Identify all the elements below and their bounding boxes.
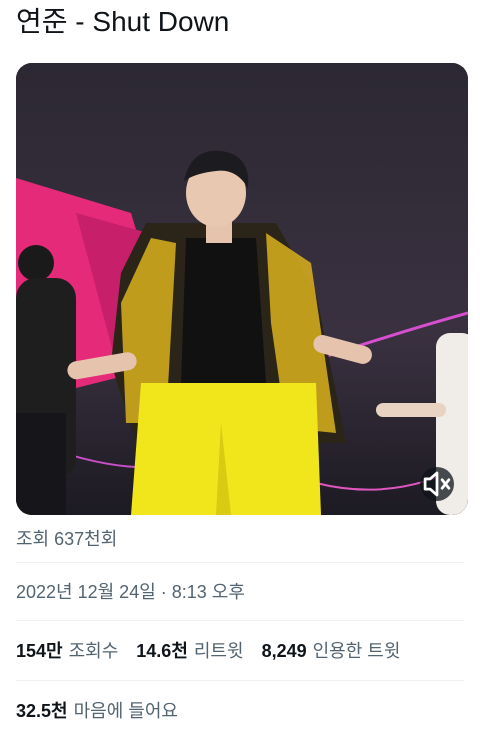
tweet-timestamp[interactable]: 2022년 12월 24일 · 8:13 오후 (16, 580, 464, 604)
stat-label: 리트윗 (193, 641, 244, 661)
stat-retweets[interactable]: 14.6천 리트윗 (136, 639, 243, 663)
divider (16, 562, 464, 563)
stat-quote-tweets[interactable]: 8,249 인용한 트윗 (262, 639, 401, 663)
stat-value: 8,249 (261, 641, 307, 661)
speaker-muted-icon (423, 471, 451, 497)
engagement-stats: 154만 조회수 14.6천 리트윗 8,249 인용한 트윗 (16, 639, 464, 663)
divider (16, 680, 464, 681)
stat-views[interactable]: 154만 조회수 (16, 639, 118, 663)
stat-likes[interactable]: 32.5천 마음에 들어요 (16, 699, 464, 723)
view-count: 조회 637천회 (16, 529, 118, 549)
tweet-title: 연준 - Shut Down (16, 6, 230, 37)
divider (16, 620, 464, 621)
video-frame (16, 63, 468, 515)
stat-value: 154만 (16, 641, 63, 661)
stat-value: 14.6천 (136, 641, 188, 661)
video-player[interactable] (16, 63, 468, 515)
likes-value: 32.5천 (16, 701, 68, 721)
stat-label: 조회수 (68, 641, 119, 661)
mute-toggle-button[interactable] (420, 467, 454, 501)
stat-label: 인용한 트윗 (312, 641, 401, 661)
likes-label: 마음에 들어요 (73, 701, 178, 721)
